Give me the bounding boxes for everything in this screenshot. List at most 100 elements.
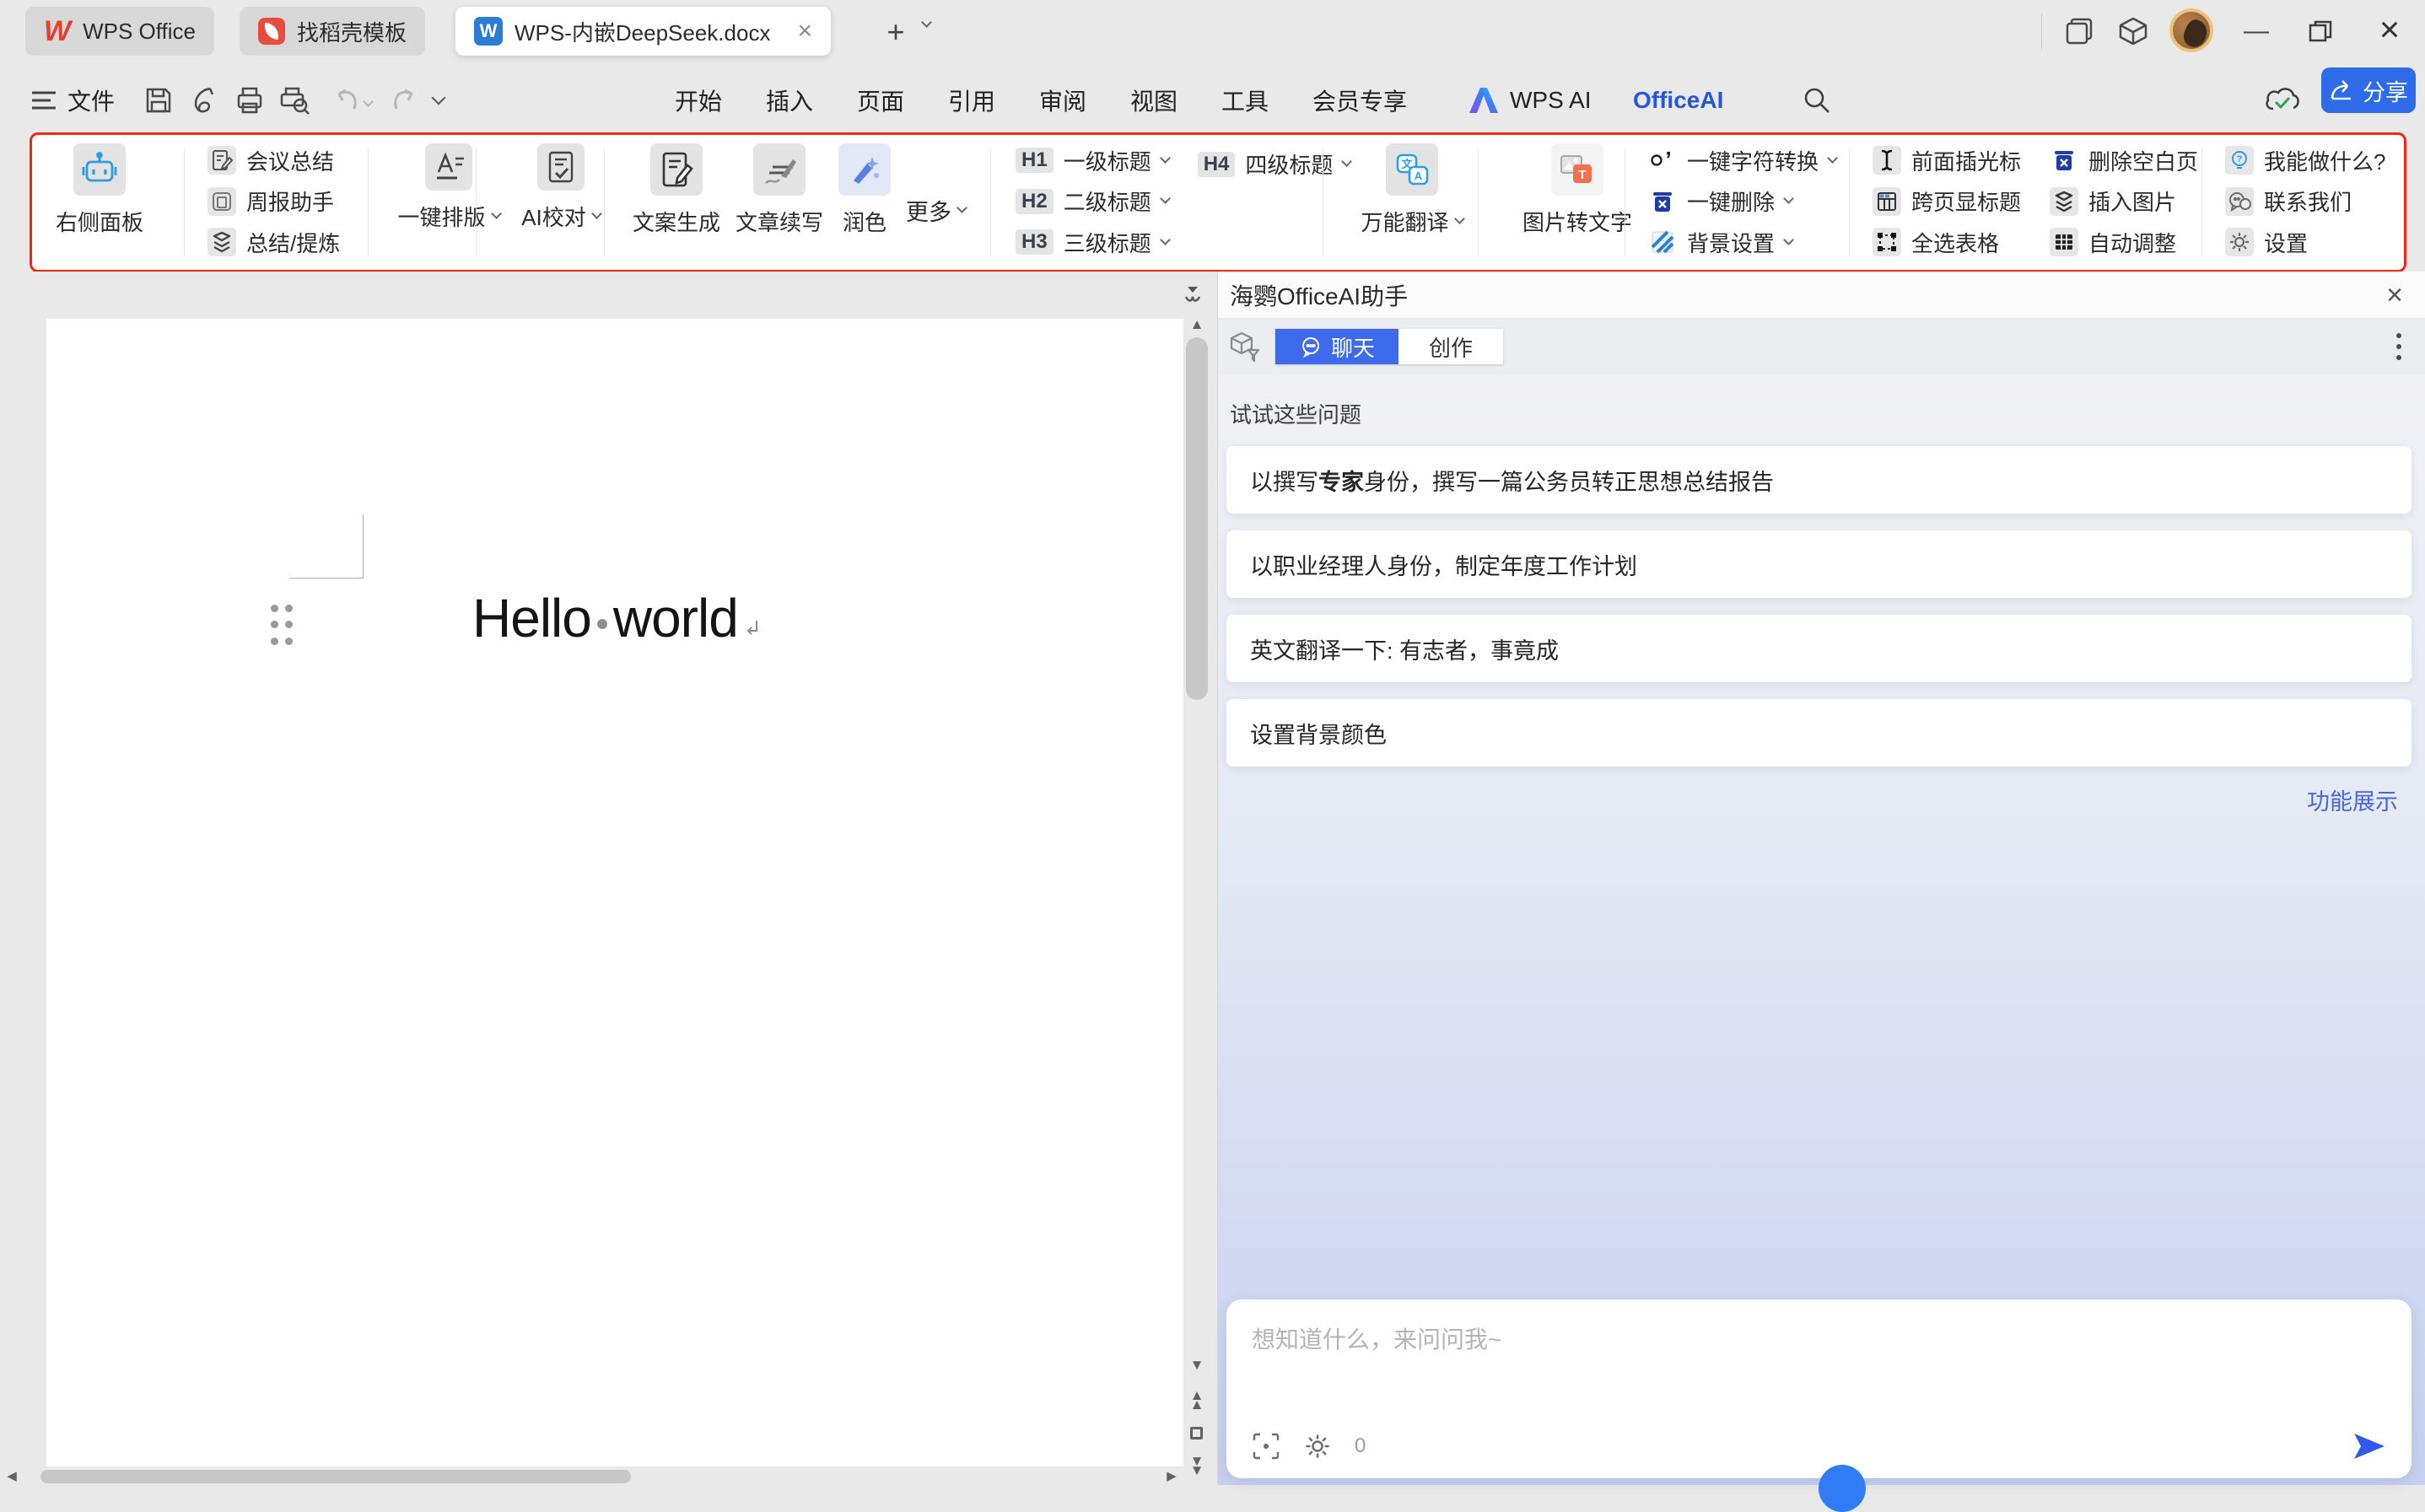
toolbar-expand-chevron-icon[interactable] bbox=[434, 69, 444, 132]
document-page[interactable]: Hello world bbox=[46, 319, 1183, 1466]
tab-close-icon[interactable]: × bbox=[797, 19, 812, 44]
floating-assistant-button[interactable] bbox=[1819, 1465, 1866, 1512]
scroll-right-icon[interactable]: ▶ bbox=[1163, 1470, 1180, 1482]
menu-home[interactable]: 开始 bbox=[675, 69, 722, 132]
tab-docer-templates[interactable]: 找稻壳模板 bbox=[240, 7, 425, 56]
panel-menu-kebab-icon[interactable] bbox=[2391, 328, 2406, 365]
menu-insert[interactable]: 插入 bbox=[766, 69, 813, 132]
chevron-down-icon bbox=[1160, 193, 1171, 204]
tab-create[interactable]: 创作 bbox=[1398, 329, 1503, 364]
ribbon-ai-proofread-button[interactable]: AI校对 bbox=[498, 135, 624, 267]
workspace-squares-icon[interactable] bbox=[2060, 13, 2099, 49]
ribbon-select-table-button[interactable]: 全选表格 bbox=[1873, 227, 2021, 258]
svg-text:T: T bbox=[1578, 168, 1586, 182]
tab-document-active[interactable]: W WPS-内嵌DeepSeek.docx × bbox=[455, 7, 831, 56]
ribbon-delete-blank-page-button[interactable]: 删除空白页 bbox=[2050, 145, 2198, 176]
cloud-saved-icon[interactable] bbox=[2264, 69, 2301, 132]
ribbon-contact-us-button[interactable]: 联系我们 bbox=[2225, 186, 2385, 217]
scroll-up-icon[interactable]: ▲ bbox=[1183, 317, 1210, 331]
ribbon-char-convert-button[interactable]: ’ 一键字符转换 bbox=[1648, 145, 1836, 176]
vertical-scroll-thumb[interactable] bbox=[1186, 337, 1208, 700]
ribbon-polish-button[interactable]: 润色 bbox=[838, 135, 891, 267]
tab-chat-active[interactable]: 聊天 bbox=[1275, 329, 1398, 364]
horizontal-scrollbar[interactable]: ◀ ▶ bbox=[0, 1468, 1180, 1485]
export-pdf-icon[interactable] bbox=[189, 69, 219, 132]
ribbon-what-can-i-do-button[interactable]: ? 我能做什么? bbox=[2225, 145, 2385, 176]
app-center-cube-icon[interactable] bbox=[2114, 13, 2153, 49]
ribbon-one-click-layout-button[interactable]: 一键排版 bbox=[390, 135, 508, 267]
menu-officeai-active[interactable]: OfficeAI bbox=[1633, 69, 1723, 132]
svg-text:’: ’ bbox=[1665, 148, 1671, 172]
undo-chevron-icon[interactable] bbox=[364, 73, 372, 135]
tab-wps-office[interactable]: W WPS Office bbox=[25, 7, 214, 56]
redo-button[interactable] bbox=[390, 69, 418, 132]
ribbon-meeting-summary-button[interactable]: 会议总结 bbox=[207, 145, 340, 176]
search-icon[interactable] bbox=[1802, 69, 1832, 132]
menu-reference[interactable]: 引用 bbox=[948, 69, 995, 132]
scroll-left-icon[interactable]: ◀ bbox=[3, 1470, 20, 1482]
menu-view[interactable]: 视图 bbox=[1130, 69, 1177, 132]
minimize-button[interactable]: — bbox=[2235, 12, 2277, 51]
document-text[interactable]: Hello world bbox=[472, 587, 762, 649]
ribbon-bg-setting-button[interactable]: 背景设置 bbox=[1648, 227, 1836, 258]
vertical-scrollbar[interactable]: ▲ ▼ ▲▲ ▼▼ bbox=[1183, 285, 1210, 1483]
menubar: 文件 开始 插入 页面 引用 审阅 视图 工具 会员专享 WPS AI Offi… bbox=[0, 69, 2425, 132]
chat-input[interactable] bbox=[1252, 1321, 2386, 1414]
background-stripes-icon bbox=[1648, 228, 1677, 256]
hamburger-menu-icon[interactable] bbox=[30, 69, 57, 132]
ribbon-more-button[interactable]: 更多 bbox=[906, 153, 966, 267]
restore-button[interactable] bbox=[2299, 12, 2341, 51]
select-browse-object-icon[interactable] bbox=[1190, 1427, 1203, 1439]
svg-text:?: ? bbox=[2237, 154, 2243, 164]
menu-review[interactable]: 审阅 bbox=[1039, 69, 1086, 132]
user-avatar[interactable] bbox=[2169, 8, 2213, 52]
ribbon-auto-adjust-button[interactable]: 自动调整 bbox=[2050, 227, 2198, 258]
screenshot-scan-icon[interactable] bbox=[1252, 1432, 1280, 1461]
menu-page[interactable]: 页面 bbox=[857, 69, 904, 132]
ribbon-summarize-button[interactable]: 总结/提炼 bbox=[207, 227, 340, 258]
ribbon-heading2-button[interactable]: H2 二级标题 bbox=[1016, 186, 1169, 217]
feature-showcase-link[interactable]: 功能展示 bbox=[1226, 783, 2398, 816]
model-cube-filter-icon[interactable] bbox=[1228, 330, 1262, 363]
suggestion-card[interactable]: 以职业经理人身份，制定年度工作计划 bbox=[1226, 530, 2412, 598]
ribbon-img-to-text-button[interactable]: T 图片转文字 bbox=[1501, 135, 1653, 267]
ribbon-insert-image-button[interactable]: 插入图片 bbox=[2050, 186, 2198, 217]
previous-page-icon[interactable]: ▲▲ bbox=[1183, 1391, 1210, 1409]
suggestion-card[interactable]: 英文翻译一下: 有志者，事竟成 bbox=[1226, 615, 2412, 682]
next-page-icon[interactable]: ▼▼ bbox=[1183, 1457, 1210, 1475]
menu-file[interactable]: 文件 bbox=[67, 69, 115, 132]
save-button[interactable] bbox=[143, 69, 174, 132]
share-button[interactable]: 分享 bbox=[2321, 67, 2416, 113]
ribbon-heading1-button[interactable]: H1 一级标题 bbox=[1016, 145, 1169, 176]
new-tab-button[interactable]: + bbox=[877, 15, 914, 49]
ribbon-cross-page-title-button[interactable]: 跨页显标题 bbox=[1873, 186, 2021, 217]
trash-x-icon bbox=[2050, 146, 2078, 175]
ribbon-settings-button[interactable]: 设置 bbox=[2225, 227, 2385, 258]
menu-wps-ai[interactable]: WPS AI bbox=[1468, 69, 1591, 132]
ribbon-copy-generate-button[interactable]: 文案生成 bbox=[633, 135, 720, 267]
suggestion-card[interactable]: 设置背景颜色 bbox=[1226, 699, 2412, 767]
model-settings-gear-icon[interactable] bbox=[1304, 1433, 1331, 1460]
scroll-down-icon[interactable]: ▼ bbox=[1183, 1358, 1210, 1372]
ribbon-weekly-report-button[interactable]: 周报助手 bbox=[207, 186, 340, 217]
panel-close-icon[interactable]: × bbox=[2386, 281, 2403, 309]
ribbon-side-panel-button[interactable]: 右侧面板 bbox=[56, 135, 143, 267]
ribbon-insert-cursor-front-button[interactable]: 前面插光标 bbox=[1873, 145, 2021, 176]
ribbon-article-continue-button[interactable]: 文章续写 bbox=[736, 135, 823, 267]
tab-list-chevron-icon[interactable] bbox=[923, 24, 930, 26]
undo-button[interactable] bbox=[332, 69, 361, 132]
print-preview-button[interactable] bbox=[278, 69, 310, 132]
menu-tools[interactable]: 工具 bbox=[1221, 69, 1269, 132]
suggestion-card[interactable]: 以撰写专家身份，撰写一篇公务员转正思想总结报告 bbox=[1226, 446, 2412, 514]
ribbon-one-click-delete-button[interactable]: 一键删除 bbox=[1648, 186, 1836, 217]
collapse-ribbon-icon[interactable] bbox=[1183, 285, 1210, 305]
close-window-button[interactable]: × bbox=[2367, 8, 2412, 51]
paragraph-drag-handle-icon[interactable] bbox=[267, 600, 296, 649]
menu-membership[interactable]: 会员专享 bbox=[1312, 69, 1407, 132]
horizontal-scroll-thumb[interactable] bbox=[40, 1470, 631, 1483]
send-button[interactable] bbox=[2352, 1433, 2386, 1460]
print-button[interactable] bbox=[234, 69, 265, 132]
ribbon-translate-button[interactable]: 文A 万能翻译 bbox=[1345, 135, 1479, 267]
ribbon-heading3-button[interactable]: H3 三级标题 bbox=[1016, 227, 1169, 258]
ribbon-heading4-button[interactable]: H4 四级标题 bbox=[1198, 148, 1351, 180]
